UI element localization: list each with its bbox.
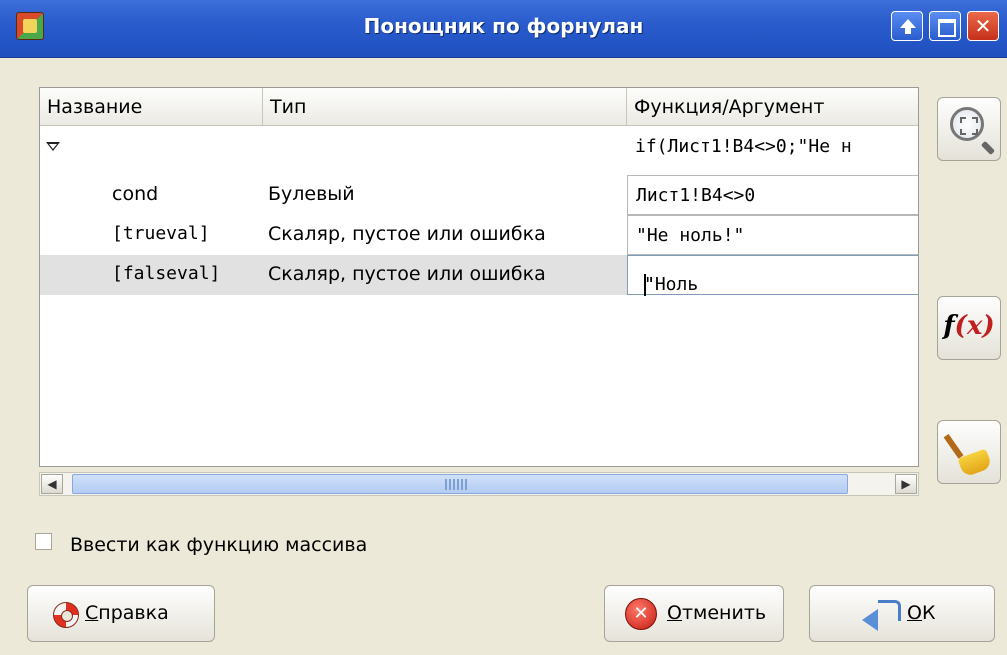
scroll-left-icon[interactable]: ◀ [41, 474, 63, 494]
argument-type: Булевый [268, 183, 355, 205]
table-row-cond[interactable]: cond Булевый Лист1!B4<>0 [40, 175, 918, 215]
broom-icon [952, 431, 992, 475]
window-title: Понощник по форнулан [363, 14, 644, 38]
lifebuoy-icon [53, 602, 79, 628]
ok-button[interactable]: ОК [809, 585, 995, 642]
argument-type: Скаляр, пустое или ошибка [268, 223, 546, 245]
root-formula-value: if(Лист1!B4<>0;"Не н [635, 136, 852, 157]
close-icon[interactable] [967, 11, 999, 41]
argument-name: [falseval] [112, 263, 221, 284]
expander-down-icon[interactable] [46, 142, 60, 151]
zoom-icon [950, 107, 984, 141]
argument-value-field-active[interactable]: "Ноль " [627, 255, 918, 296]
argument-value-field[interactable]: Лист1!B4<>0 [627, 175, 918, 215]
fx-icon: f(x) [943, 311, 995, 341]
table-row-trueval[interactable]: [trueval] Скаляр, пустое или ошибка "Не … [40, 215, 918, 255]
argument-value-field[interactable]: "Не ноль!" [627, 215, 918, 255]
clear-button[interactable] [937, 420, 1001, 484]
maximize-icon[interactable] [929, 11, 961, 41]
help-button[interactable]: Справка [27, 585, 215, 642]
table-row-root[interactable]: if(Лист1!B4<>0;"Не н [40, 128, 918, 168]
array-function-checkbox[interactable] [35, 533, 52, 550]
insert-function-button[interactable]: f(x) [937, 296, 1001, 360]
argument-name: cond [112, 183, 159, 205]
column-header-type[interactable]: Тип [263, 88, 627, 126]
enter-icon [862, 600, 902, 631]
table-row-falseval[interactable]: [falseval] Скаляр, пустое или ошибка "Но… [40, 255, 918, 296]
horizontal-scrollbar[interactable]: ◀ ▶ [39, 472, 919, 496]
column-header-name[interactable]: Название [40, 88, 263, 126]
column-header-function-argument[interactable]: Функция/Аргумент [627, 88, 918, 126]
argument-name: [trueval] [112, 223, 210, 244]
grip-icon [445, 479, 467, 490]
title-bar: Понощник по форнулан [0, 0, 1007, 58]
zoom-button[interactable] [937, 97, 1001, 161]
function-arguments-table: Название Тип Функция/Аргумент if(Лист1!B… [39, 87, 919, 467]
scrollbar-thumb[interactable] [72, 474, 848, 494]
cancel-icon: ✕ [625, 598, 657, 630]
scroll-right-icon[interactable]: ▶ [895, 474, 917, 494]
cancel-button[interactable]: ✕ Отменить [604, 585, 784, 642]
argument-type: Скаляр, пустое или ошибка [268, 263, 546, 285]
shade-up-icon[interactable] [891, 11, 923, 41]
array-function-label[interactable]: Ввести как функцию массива [70, 534, 367, 556]
